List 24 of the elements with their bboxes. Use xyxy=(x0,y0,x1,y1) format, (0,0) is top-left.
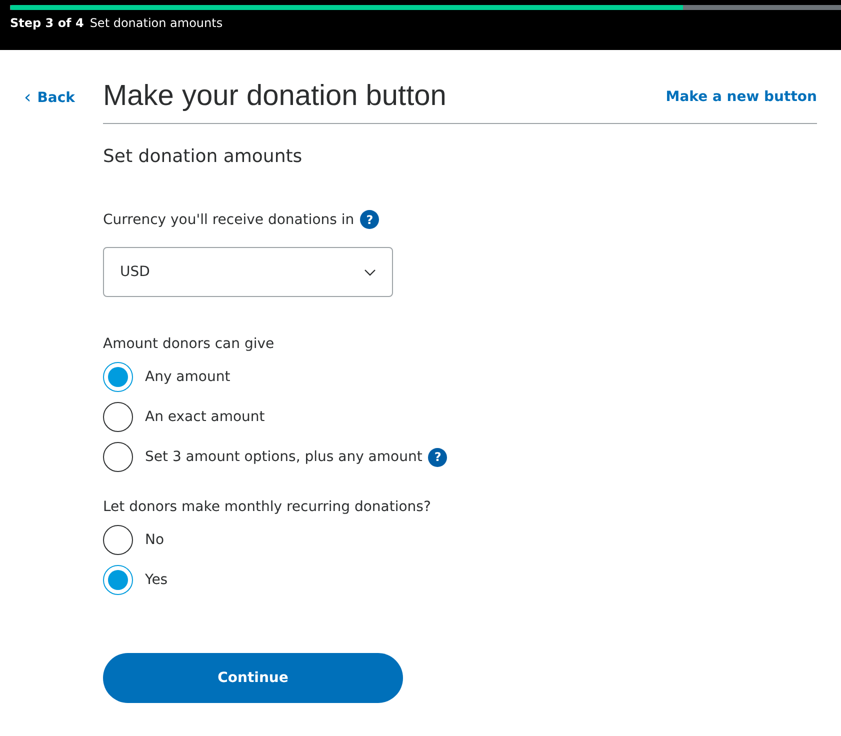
option-label: Any amount xyxy=(145,369,230,385)
option-label: An exact amount xyxy=(145,409,265,425)
back-link[interactable]: ‹ Back xyxy=(24,89,75,107)
help-icon[interactable]: ? xyxy=(360,210,380,229)
field-label: Currency you'll receive donations in xyxy=(103,212,354,228)
field-label: Let donors make monthly recurring donations? xyxy=(103,499,431,515)
help-icon[interactable]: ? xyxy=(428,448,448,466)
currency-dropdown[interactable]: USD xyxy=(103,247,393,297)
option-label: Set 3 amount options, plus any amount xyxy=(145,449,422,465)
radio-button[interactable] xyxy=(103,402,133,432)
option-label: No xyxy=(145,532,164,548)
new-button-link[interactable]: Make a new button xyxy=(666,88,817,104)
page-title: Make your donation button xyxy=(103,80,446,113)
step-counter: Step 3 of 4 xyxy=(10,16,84,30)
continue-button[interactable]: Continue xyxy=(103,653,403,703)
chevron-down-icon xyxy=(364,268,376,276)
step-title: Set donation amounts xyxy=(90,16,223,30)
field-label: Amount donors can give xyxy=(103,336,274,352)
option-label: Yes xyxy=(145,572,168,588)
radio-button[interactable] xyxy=(103,525,133,555)
radio-button[interactable] xyxy=(103,362,133,392)
section-title: Set donation amounts xyxy=(103,146,304,167)
radio-button[interactable] xyxy=(103,442,133,472)
radio-button[interactable] xyxy=(103,565,133,595)
